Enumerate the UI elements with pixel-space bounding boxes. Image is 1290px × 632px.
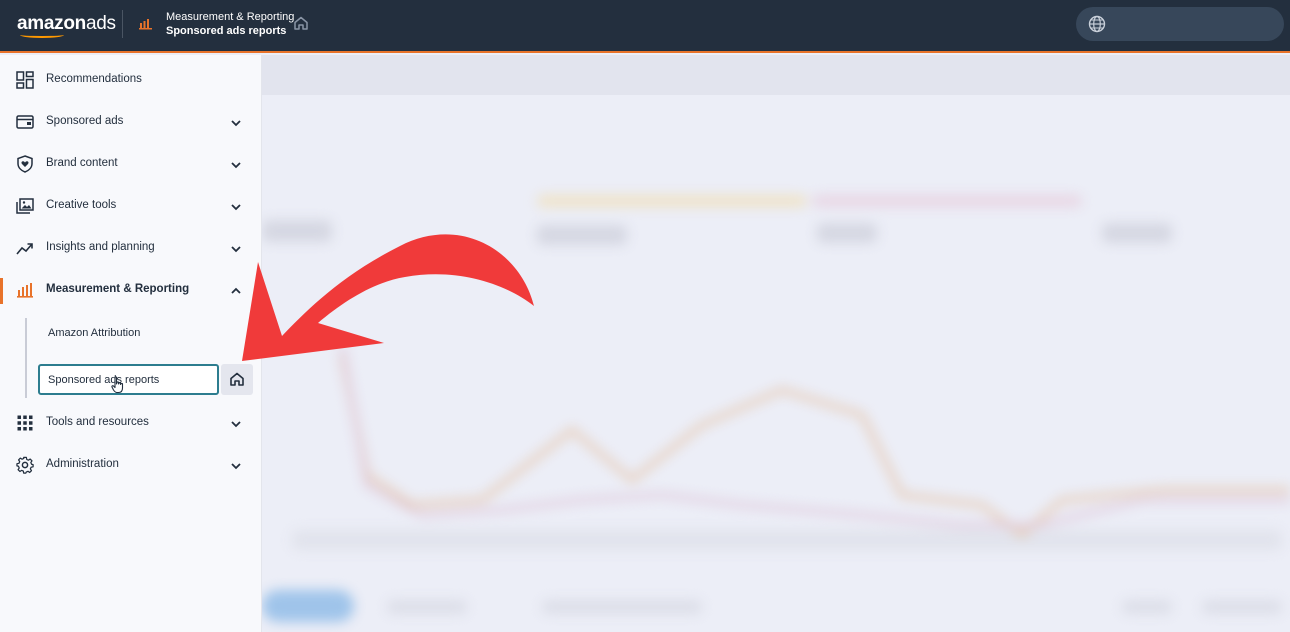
sidebar-item-label: Sponsored ads — [46, 115, 124, 127]
sidebar-item-creative-tools[interactable]: Creative tools — [0, 189, 262, 223]
sidebar-item-recommendations[interactable]: Recommendations — [0, 63, 262, 97]
sidebar-item-insights-and-planning[interactable]: Insights and planning — [0, 231, 262, 265]
sidebar-item-label: Tools and resources — [46, 416, 149, 428]
sidebar-subitem-label: Sponsored ads reports — [48, 374, 160, 386]
chevron-up-icon[interactable] — [229, 284, 243, 298]
blurred-content — [262, 55, 1290, 632]
shield-heart-icon — [17, 155, 33, 173]
blurred-report-page — [262, 55, 1290, 632]
grid-icon — [17, 415, 33, 431]
home-icon[interactable] — [293, 15, 309, 31]
sidebar-item-label: Measurement & Reporting — [46, 283, 190, 295]
bar-chart-icon — [139, 19, 152, 30]
breadcrumb-current: Sponsored ads reports — [166, 25, 287, 37]
sidebar-nav: Recommendations Sponsored ads Brand cont… — [0, 55, 262, 632]
wallet-icon — [16, 115, 34, 129]
sidebar-item-brand-content[interactable]: Brand content — [0, 147, 262, 181]
home-icon — [230, 372, 244, 386]
chevron-down-icon[interactable] — [229, 242, 243, 256]
bar-chart-icon — [17, 283, 33, 298]
submenu-guide-line — [25, 318, 27, 398]
logo-text-secondary: ads — [85, 13, 116, 34]
topbar-divider — [122, 10, 123, 38]
set-as-home-button[interactable] — [221, 364, 253, 395]
trend-icon — [16, 243, 33, 255]
chevron-down-icon[interactable] — [229, 116, 243, 130]
sidebar-item-label: Insights and planning — [46, 241, 155, 253]
top-bar: amazonads Measurement & Reporting Sponso… — [0, 0, 1290, 53]
sidebar-item-administration[interactable]: Administration — [0, 448, 262, 482]
sidebar-item-tools-and-resources[interactable]: Tools and resources — [0, 406, 262, 440]
sidebar-item-label: Creative tools — [46, 199, 117, 211]
logo-text-primary: amazon — [17, 13, 86, 34]
sidebar-item-sponsored-ads[interactable]: Sponsored ads — [0, 105, 262, 139]
sidebar-subitem-amazon-attribution[interactable]: Amazon Attribution — [48, 327, 140, 339]
hand-cursor-icon — [111, 376, 124, 394]
chevron-down-icon[interactable] — [229, 459, 243, 473]
sidebar-item-label: Administration — [46, 458, 119, 470]
sidebar-item-measurement-reporting[interactable]: Measurement & Reporting — [0, 273, 262, 307]
images-icon — [16, 198, 34, 214]
chevron-down-icon[interactable] — [229, 200, 243, 214]
globe-icon — [1088, 15, 1106, 33]
sidebar-item-label: Recommendations — [46, 73, 142, 85]
sidebar-subitem-sponsored-ads-reports[interactable]: Sponsored ads reports — [38, 364, 219, 395]
sidebar-item-label: Brand content — [46, 157, 118, 169]
chevron-down-icon[interactable] — [229, 158, 243, 172]
logo-smile — [20, 32, 64, 38]
breadcrumb-parent[interactable]: Measurement & Reporting — [166, 10, 294, 24]
chevron-down-icon[interactable] — [229, 417, 243, 431]
search-bar[interactable] — [1076, 7, 1284, 41]
breadcrumb: Measurement & Reporting Sponsored ads re… — [166, 10, 294, 38]
dashboard-icon — [16, 71, 34, 89]
gear-icon — [16, 456, 34, 474]
